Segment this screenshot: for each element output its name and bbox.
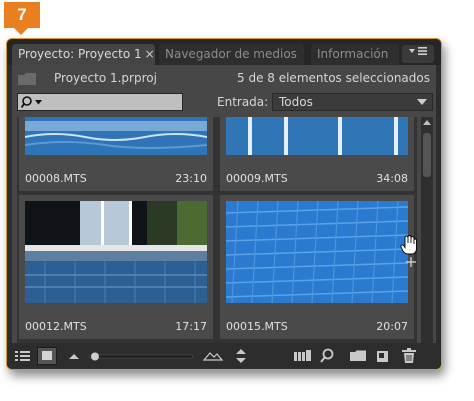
resize-crosshair-icon <box>406 257 416 267</box>
vertical-scrollbar[interactable] <box>421 117 433 361</box>
clip-name: 00015.MTS <box>226 320 288 333</box>
project-folder-icon <box>18 73 36 85</box>
clip-tile-00008[interactable]: 00008.MTS 23:10 <box>19 117 213 191</box>
project-panel: Proyecto: Proyecto 1 × Navegador de medio… <box>6 38 442 370</box>
entrada-label: Entrada: <box>217 95 269 109</box>
clip-name: 00009.MTS <box>226 172 288 185</box>
new-item-icon[interactable] <box>375 343 391 369</box>
automate-to-sequence-icon[interactable] <box>293 343 313 369</box>
clip-tile-00015[interactable]: 00015.MTS 20:07 <box>220 195 417 339</box>
tab-proyecto[interactable]: Proyecto: Proyecto 1 × <box>12 44 155 65</box>
clip-duration: 34:08 <box>376 172 408 185</box>
panel-tab-bar: Proyecto: Proyecto 1 × Navegador de medio… <box>7 39 441 65</box>
tab-proyecto-label: Proyecto: Proyecto 1 <box>18 47 142 61</box>
clip-tile-00012[interactable]: 00012.MTS 17:17 <box>19 195 213 339</box>
chevron-down-icon <box>417 99 427 105</box>
step-badge: 7 <box>4 2 40 35</box>
clip-duration: 17:17 <box>175 320 207 333</box>
scroll-up-icon[interactable] <box>423 120 431 125</box>
list-view-icon[interactable] <box>13 343 33 369</box>
tab-informacion[interactable]: Información <box>311 44 399 65</box>
selection-status: 5 de 8 elementos seleccionados <box>237 71 430 85</box>
icon-view-icon[interactable] <box>37 347 57 365</box>
clip-name: 00012.MTS <box>25 320 87 333</box>
clear-icon[interactable] <box>401 343 417 369</box>
zoom-slider[interactable] <box>87 343 195 369</box>
sort-icon[interactable] <box>234 343 248 369</box>
search-input[interactable] <box>17 93 183 111</box>
clip-thumbnail <box>226 201 408 303</box>
clip-tile-00009[interactable]: 00009.MTS 34:08 <box>220 117 414 191</box>
clip-duration: 23:10 <box>175 172 207 185</box>
zoom-out-icon[interactable] <box>67 343 81 369</box>
clip-thumbnail <box>25 117 207 155</box>
entrada-dropdown[interactable]: Todos <box>272 93 433 111</box>
zoom-in-icon[interactable] <box>203 343 223 369</box>
tab-navegador-label: Navegador de medios <box>165 47 297 61</box>
new-bin-icon[interactable] <box>349 343 367 369</box>
hand-cursor-icon <box>400 235 417 255</box>
clip-grid: 00008.MTS 23:10 00009.MTS 34:08 00012.MT… <box>17 117 417 361</box>
clip-duration: 20:07 <box>376 320 408 333</box>
scrollbar-thumb[interactable] <box>423 133 431 177</box>
entrada-selected-value: Todos <box>279 95 313 109</box>
tab-navegador-de-medios[interactable]: Navegador de medios <box>159 44 304 65</box>
tab-informacion-label: Información <box>317 47 389 61</box>
panel-content: Proyecto 1.prproj 5 de 8 elementos selec… <box>12 65 436 369</box>
project-info-row: Proyecto 1.prproj 5 de 8 elementos selec… <box>12 65 436 93</box>
close-tab-icon[interactable]: × <box>145 47 155 61</box>
clip-name: 00008.MTS <box>25 172 87 185</box>
panel-menu-icon[interactable] <box>402 45 434 63</box>
clip-thumbnail <box>25 201 207 303</box>
find-icon[interactable] <box>319 343 335 369</box>
search-icon[interactable] <box>21 96 47 109</box>
bottom-toolbar <box>7 343 441 369</box>
project-file-name: Proyecto 1.prproj <box>54 71 157 85</box>
clip-thumbnail <box>226 117 408 155</box>
